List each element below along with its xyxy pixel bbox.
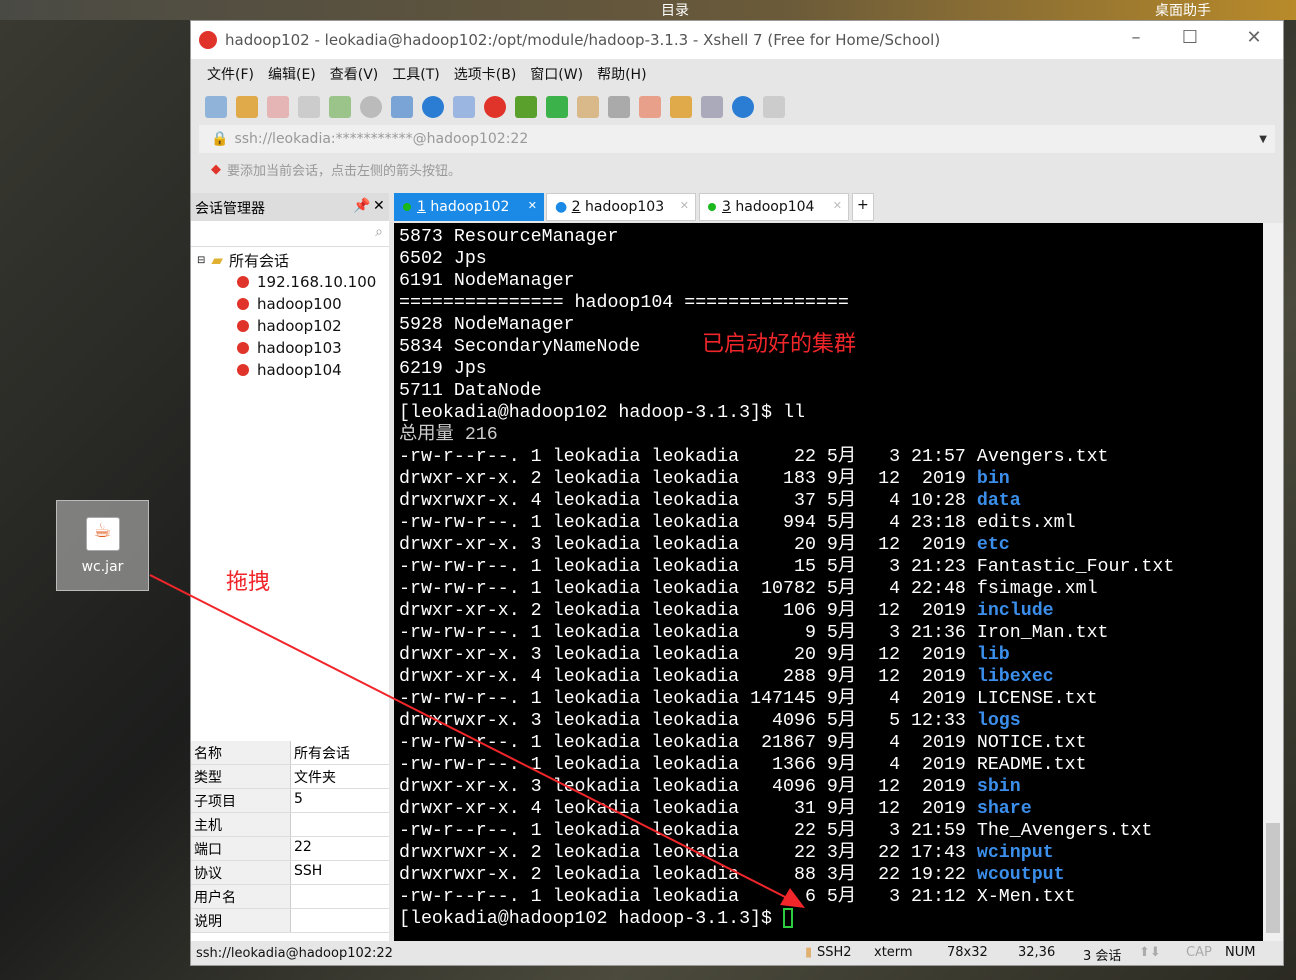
- drag-arrow: [149, 574, 805, 908]
